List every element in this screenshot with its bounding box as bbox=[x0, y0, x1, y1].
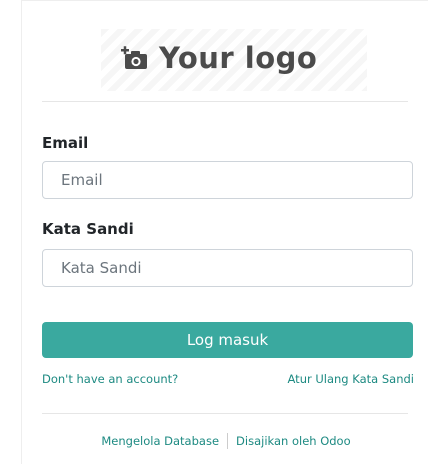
email-label: Email bbox=[42, 134, 89, 152]
footer-separator bbox=[227, 433, 229, 449]
divider bbox=[42, 413, 408, 414]
divider bbox=[42, 101, 408, 102]
login-card: Your logo Email Kata Sandi Log masuk Don… bbox=[21, 0, 428, 464]
logo-text: Your logo bbox=[159, 41, 318, 75]
email-field[interactable] bbox=[42, 161, 413, 199]
reset-password-link[interactable]: Atur Ulang Kata Sandi bbox=[288, 372, 414, 386]
powered-by-link[interactable]: Disajikan oleh Odoo bbox=[236, 434, 351, 448]
password-field[interactable] bbox=[42, 249, 413, 287]
manage-database-link[interactable]: Mengelola Database bbox=[101, 434, 219, 448]
logo-placeholder[interactable]: Your logo bbox=[101, 29, 367, 91]
signup-link[interactable]: Don't have an account? bbox=[42, 372, 178, 386]
logo-content: Your logo bbox=[119, 41, 317, 75]
password-label: Kata Sandi bbox=[42, 220, 134, 238]
login-button[interactable]: Log masuk bbox=[42, 322, 413, 358]
add-photo-icon bbox=[119, 44, 149, 72]
footer: Mengelola Database Disajikan oleh Odoo bbox=[22, 433, 428, 449]
